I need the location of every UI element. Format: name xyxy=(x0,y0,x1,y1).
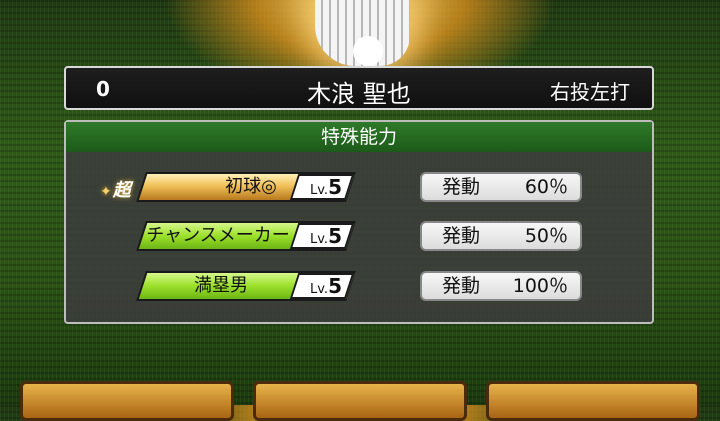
skill-level: Lv.5 xyxy=(310,274,342,298)
activation-rate: 発動 100％ xyxy=(420,271,582,301)
special-abilities-panel: 特殊能力 ✦超 初球◎ Lv.5 発動 60％ チャンスメーカー Lv.5 発動… xyxy=(64,120,654,324)
player-header: 0 木浪 聖也 右投左打 xyxy=(64,66,654,110)
handedness: 右投左打 xyxy=(550,80,630,104)
skill-name: チャンスメーカー xyxy=(146,225,290,246)
panel-title: 特殊能力 xyxy=(66,122,652,152)
player-card-art xyxy=(315,0,410,66)
bottom-button[interactable] xyxy=(486,381,700,421)
skill-row[interactable]: ✦超 初球◎ Lv.5 発動 60％ xyxy=(66,170,652,204)
activation-rate: 発動 60％ xyxy=(420,172,582,202)
bottom-button[interactable] xyxy=(20,381,234,421)
skill-name: 満塁男 xyxy=(194,275,248,296)
activation-rate: 発動 50％ xyxy=(420,221,582,251)
bottom-button[interactable] xyxy=(253,381,467,421)
skill-level: Lv.5 xyxy=(310,175,342,199)
skill-row[interactable]: 満塁男 Lv.5 発動 100％ xyxy=(66,269,652,303)
skill-row[interactable]: チャンスメーカー Lv.5 発動 50％ xyxy=(66,219,652,253)
skill-level: Lv.5 xyxy=(310,224,342,248)
sparkle-icon: ✦ xyxy=(100,184,112,200)
